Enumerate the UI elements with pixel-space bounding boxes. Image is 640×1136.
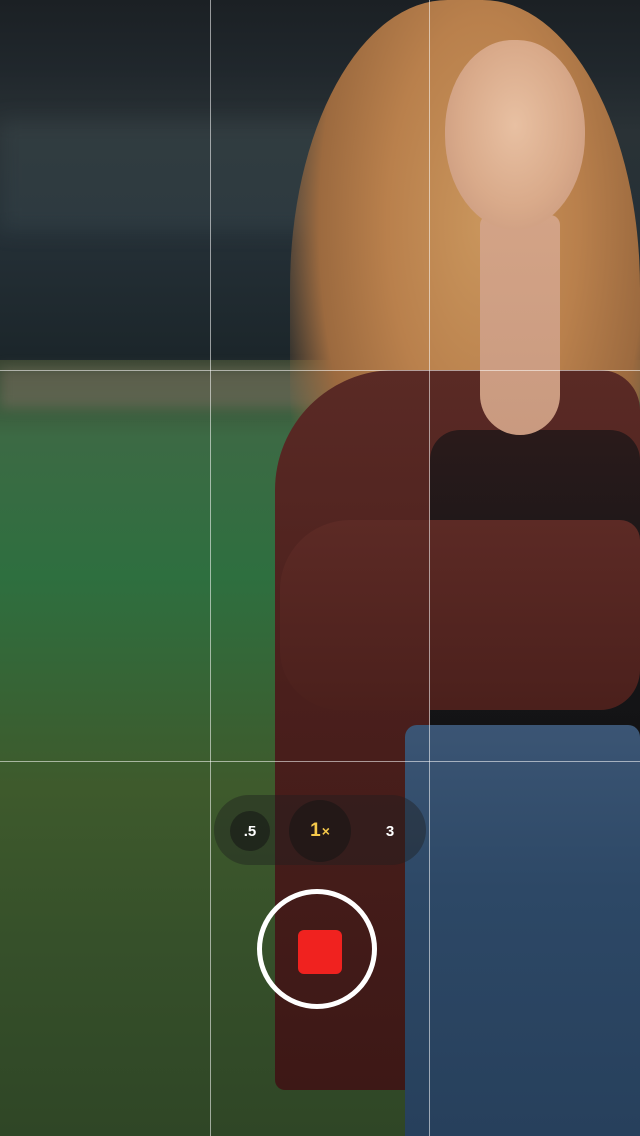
stop-icon[interactable] [298,930,342,974]
zoom-option-3x-label: 3 [385,822,395,840]
subject-crossed-arms [280,520,640,710]
grid-line-vertical-2 [429,0,430,1136]
subject-neck [480,215,560,435]
zoom-option-half-label: .5 [243,822,257,840]
zoom-suffix: × [321,823,330,839]
grid-line-horizontal-2 [0,761,640,762]
subject-face [445,40,585,230]
grid-line-vertical-1 [210,0,211,1136]
grid-line-horizontal-1 [0,370,640,371]
zoom-option-1x[interactable]: 1 × [289,800,351,862]
zoom-option-3x[interactable]: 3 [370,811,410,851]
zoom-option-1x-label: 1 [310,820,321,841]
subject-jeans [405,725,640,1136]
zoom-option-half[interactable]: .5 [230,811,270,851]
